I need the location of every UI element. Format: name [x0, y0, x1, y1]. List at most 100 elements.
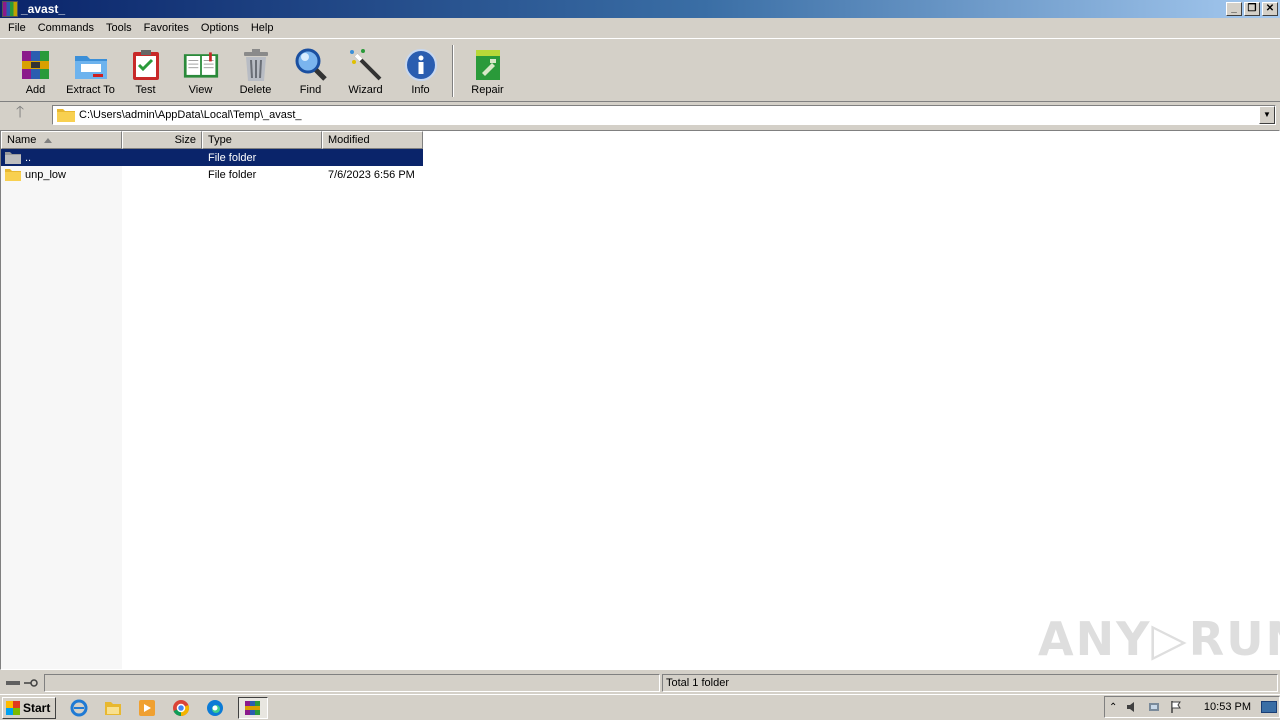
- key-icon[interactable]: [23, 678, 39, 688]
- wizard-button[interactable]: Wizard: [338, 39, 393, 97]
- extract-to-button[interactable]: Extract To: [63, 39, 118, 97]
- column-header-modified[interactable]: Modified: [322, 131, 423, 149]
- file-list[interactable]: Name Size Type Modified .. File folder u…: [0, 130, 1280, 670]
- status-bar: Total 1 folder: [0, 673, 1280, 693]
- media-player-icon: [139, 699, 155, 716]
- menu-file[interactable]: File: [2, 22, 32, 34]
- name-column-shade: [1, 149, 122, 669]
- winrar-icon: [245, 700, 260, 715]
- taskbar-ie[interactable]: [68, 697, 90, 719]
- status-icons: [0, 674, 44, 692]
- cell-name: ..: [1, 151, 122, 164]
- system-tray: ⌃ 10:53 PM: [1104, 696, 1280, 718]
- info-label: Info: [411, 84, 430, 96]
- winrar-app-icon[interactable]: [2, 1, 18, 17]
- show-desktop-icon[interactable]: [1261, 701, 1277, 713]
- column-header-size[interactable]: Size: [122, 131, 202, 149]
- restore-button[interactable]: ❐: [1244, 2, 1260, 16]
- add-button[interactable]: Add: [8, 39, 63, 97]
- info-button[interactable]: Info: [393, 39, 448, 97]
- internet-explorer-icon: [70, 699, 88, 716]
- minimize-button[interactable]: _: [1226, 2, 1242, 16]
- action-center-flag-icon[interactable]: [1169, 700, 1183, 714]
- window-controls: _ ❐ ✕: [1226, 2, 1278, 16]
- toolbar: Add Extract To Test View Delete Find Wiz…: [0, 38, 1280, 100]
- repair-label: Repair: [471, 84, 504, 96]
- table-row-unp-low[interactable]: unp_low File folder 7/6/2023 6:56 PM: [1, 166, 423, 183]
- find-button[interactable]: Find: [283, 39, 338, 97]
- delete-label: Delete: [239, 84, 272, 96]
- file-type: File folder: [208, 151, 257, 164]
- table-row-parent[interactable]: .. File folder: [1, 149, 423, 166]
- cell-name: unp_low: [1, 168, 122, 181]
- file-name: unp_low: [25, 168, 66, 181]
- file-name: ..: [25, 151, 32, 164]
- drive-icon[interactable]: [5, 678, 21, 688]
- taskbar-winrar[interactable]: [238, 696, 268, 719]
- magnifier-icon: [293, 47, 329, 83]
- folder-icon: [57, 109, 75, 122]
- anyrun-watermark: ANY▷RUN: [1038, 612, 1280, 666]
- file-type: File folder: [208, 168, 257, 181]
- start-button[interactable]: Start: [2, 696, 56, 719]
- address-combo[interactable]: C:\Users\admin\AppData\Local\Temp\_avast…: [52, 105, 1276, 125]
- column-header-size-label: Size: [174, 134, 196, 146]
- repair-button[interactable]: Repair: [460, 39, 515, 97]
- menu-tools[interactable]: Tools: [100, 22, 138, 34]
- taskbar: Start ⌃ 10:53 PM: [0, 694, 1280, 720]
- status-panel-left: [44, 674, 660, 692]
- magic-wand-icon: [348, 47, 384, 83]
- column-header-type-label: Type: [208, 134, 232, 146]
- status-summary: Total 1 folder: [662, 674, 1278, 692]
- up-folder-button[interactable]: 🡑: [0, 103, 40, 127]
- parent-folder-icon: [5, 152, 21, 164]
- chrome-icon: [173, 699, 190, 716]
- column-header-type[interactable]: Type: [202, 131, 322, 149]
- menu-bar: File Commands Tools Favorites Options He…: [0, 19, 1280, 37]
- column-header-name-label: Name: [7, 134, 37, 146]
- taskbar-explorer[interactable]: [102, 697, 124, 719]
- delete-button[interactable]: Delete: [228, 39, 283, 97]
- repair-kit-icon: [470, 47, 506, 83]
- file-explorer-icon: [105, 701, 121, 715]
- column-header-modified-label: Modified: [328, 134, 370, 146]
- extract-to-label: Extract To: [66, 84, 115, 96]
- menu-help[interactable]: Help: [245, 22, 280, 34]
- column-header-name[interactable]: Name: [1, 131, 122, 149]
- column-headers: Name Size Type Modified: [1, 131, 423, 149]
- test-clipboard-icon: [128, 47, 164, 83]
- window-title: _avast_: [21, 2, 66, 16]
- file-rows: .. File folder unp_low File folder 7/6/2…: [1, 149, 423, 183]
- taskbar-media-player[interactable]: [136, 697, 158, 719]
- address-dropdown-button[interactable]: ▼: [1259, 106, 1275, 124]
- taskbar-chrome[interactable]: [170, 697, 192, 719]
- title-bar[interactable]: _avast_ _ ❐ ✕: [0, 0, 1280, 18]
- clock[interactable]: 10:53 PM: [1204, 701, 1251, 713]
- trash-can-icon: [238, 47, 274, 83]
- extract-folder-icon: [73, 47, 109, 83]
- address-path: C:\Users\admin\AppData\Local\Temp\_avast…: [79, 109, 302, 121]
- wizard-label: Wizard: [348, 84, 383, 96]
- folder-icon: [5, 169, 21, 181]
- start-label: Start: [23, 700, 51, 715]
- taskbar-edge[interactable]: [204, 697, 226, 719]
- up-arrow-icon: 🡑: [15, 104, 25, 121]
- test-button[interactable]: Test: [118, 39, 173, 97]
- toolbar-separator: [452, 45, 454, 97]
- view-button[interactable]: View: [173, 39, 228, 97]
- menu-favorites[interactable]: Favorites: [138, 22, 195, 34]
- close-button[interactable]: ✕: [1262, 2, 1278, 16]
- sort-ascending-icon: [44, 138, 52, 143]
- network-icon[interactable]: [1147, 700, 1161, 714]
- volume-icon[interactable]: [1125, 700, 1139, 714]
- windows-logo-icon: [6, 700, 20, 715]
- view-label: View: [188, 84, 213, 96]
- info-icon: [403, 47, 439, 83]
- add-archive-icon: [18, 47, 54, 83]
- menu-options[interactable]: Options: [195, 22, 245, 34]
- edge-icon: [207, 699, 223, 716]
- find-label: Find: [299, 84, 322, 96]
- menu-commands[interactable]: Commands: [32, 22, 100, 34]
- add-label: Add: [25, 84, 46, 96]
- tray-expand-icon[interactable]: ⌃: [1109, 702, 1117, 713]
